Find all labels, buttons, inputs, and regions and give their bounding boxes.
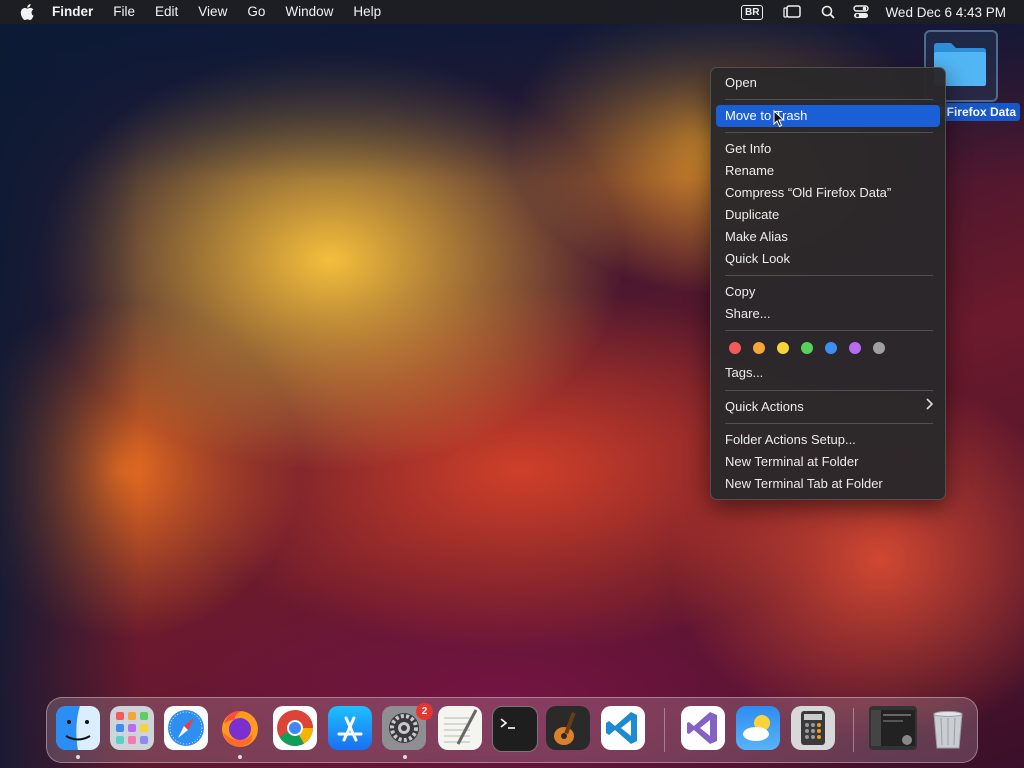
calculator-icon[interactable] [791, 706, 835, 750]
chevron-right-icon [925, 398, 934, 413]
menu-item-new-terminal-tab-at-folder[interactable]: New Terminal Tab at Folder [725, 474, 883, 494]
trash-icon[interactable] [926, 706, 970, 750]
menu-item-duplicate[interactable]: Duplicate [725, 205, 779, 225]
stage-manager-icon[interactable] [783, 5, 802, 19]
menu-item-new-terminal-at-folder[interactable]: New Terminal at Folder [725, 452, 858, 472]
tag-blue-button[interactable] [825, 342, 837, 354]
tag-orange-button[interactable] [753, 342, 765, 354]
safari-icon[interactable] [164, 706, 208, 750]
screenshot-thumbnail-icon[interactable] [869, 706, 917, 750]
running-indicator [403, 755, 407, 759]
menu-item-quick-actions[interactable]: Quick Actions [725, 397, 804, 417]
dock: 2 [46, 697, 978, 763]
menu-separator [725, 330, 933, 331]
menu-help[interactable]: Help [343, 0, 391, 24]
notification-badge: 2 [416, 703, 433, 720]
mouse-pointer-icon [773, 109, 785, 133]
tag-gray-button[interactable] [873, 342, 885, 354]
menu-item-tags[interactable]: Tags... [725, 363, 763, 383]
finder-icon[interactable] [56, 706, 100, 750]
menu-item-compress[interactable]: Compress “Old Firefox Data” [725, 183, 891, 203]
menu-separator [725, 132, 933, 133]
spotlight-search-icon[interactable] [821, 5, 836, 19]
dock-separator [664, 708, 665, 752]
input-source-label: BR [740, 4, 764, 20]
weather-icon[interactable] [736, 706, 780, 750]
menu-bar-clock[interactable]: Wed Dec 6 4:43 PM [885, 5, 1006, 20]
context-menu: Open Move to Trash Get Info Rename Compr… [710, 67, 946, 500]
menu-item-share[interactable]: Share... [725, 304, 771, 324]
menu-item-quick-look[interactable]: Quick Look [725, 249, 790, 269]
firefox-icon[interactable] [218, 706, 262, 750]
terminal-icon[interactable] [492, 706, 538, 752]
tag-green-button[interactable] [801, 342, 813, 354]
dock-separator [853, 708, 854, 752]
apple-menu-icon[interactable] [18, 3, 36, 21]
visual-studio-icon[interactable] [681, 706, 725, 750]
menu-file[interactable]: File [103, 0, 145, 24]
running-indicator [238, 755, 242, 759]
input-source-icon[interactable]: BR [740, 4, 764, 20]
launchpad-icon[interactable] [110, 706, 154, 750]
menu-bar: Finder File Edit View Go Window Help BR … [0, 0, 1024, 24]
menu-item-get-info[interactable]: Get Info [725, 139, 771, 159]
menu-finder[interactable]: Finder [50, 0, 103, 24]
chrome-icon[interactable] [273, 706, 317, 750]
garageband-icon[interactable] [546, 706, 590, 750]
app-store-icon[interactable] [328, 706, 372, 750]
menu-window[interactable]: Window [275, 0, 343, 24]
menu-separator [725, 99, 933, 100]
menu-item-copy[interactable]: Copy [725, 282, 755, 302]
textedit-icon[interactable] [438, 706, 482, 750]
menu-separator [725, 390, 933, 391]
menu-item-folder-actions-setup[interactable]: Folder Actions Setup... [725, 430, 856, 450]
menu-item-open[interactable]: Open [725, 73, 757, 93]
menu-item-make-alias[interactable]: Make Alias [725, 227, 788, 247]
vscode-icon[interactable] [601, 706, 645, 750]
menu-edit[interactable]: Edit [145, 0, 188, 24]
menu-separator [725, 423, 933, 424]
desktop-folder-label[interactable]: Old Firefox Data [938, 103, 1020, 121]
menu-item-rename[interactable]: Rename [725, 161, 774, 181]
menu-item-move-to-trash[interactable]: Move to Trash [725, 106, 807, 126]
menu-view[interactable]: View [188, 0, 237, 24]
running-indicator [76, 755, 80, 759]
menu-separator [725, 275, 933, 276]
tag-yellow-button[interactable] [777, 342, 789, 354]
tag-red-button[interactable] [729, 342, 741, 354]
menu-go[interactable]: Go [237, 0, 275, 24]
control-center-icon[interactable] [853, 5, 870, 19]
tag-purple-button[interactable] [849, 342, 861, 354]
